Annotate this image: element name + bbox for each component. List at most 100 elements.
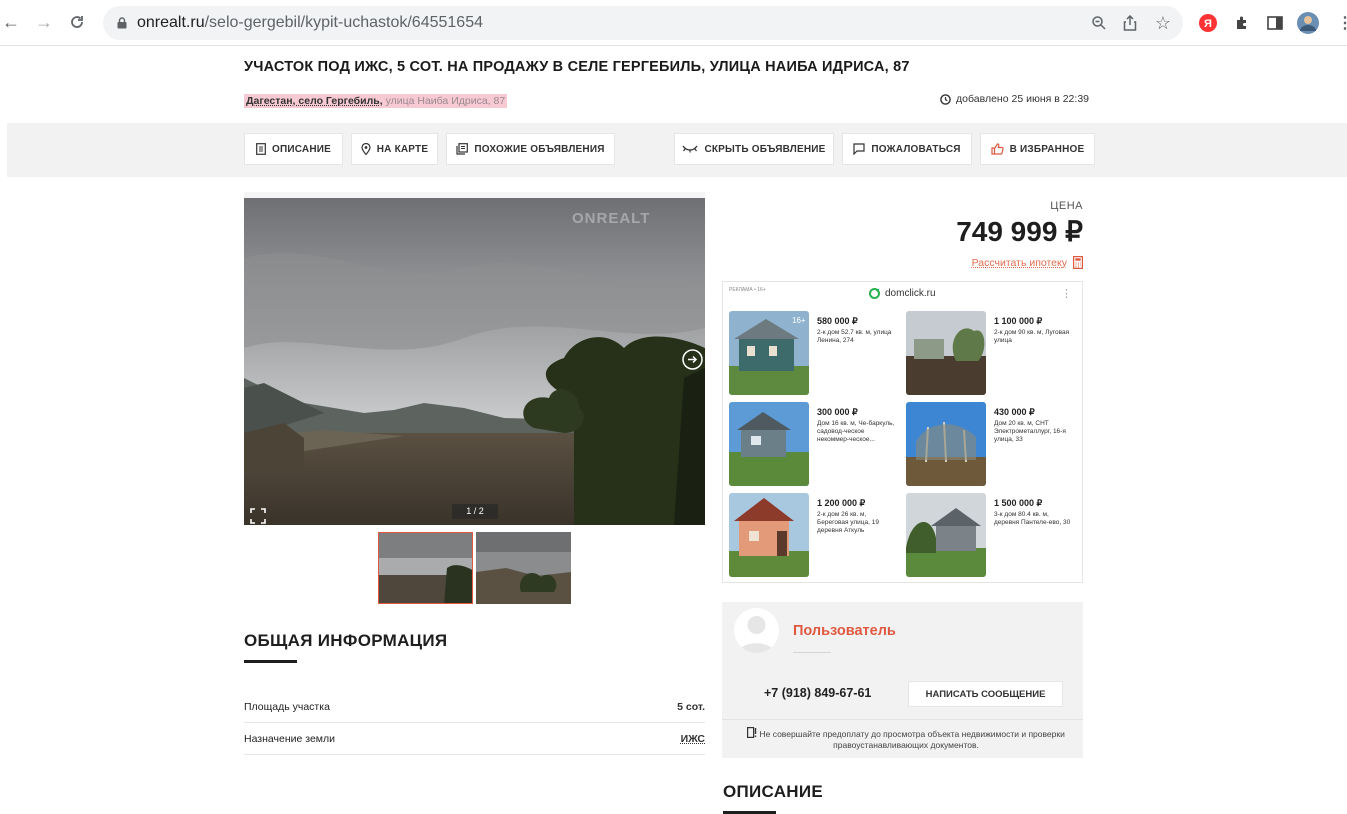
info-label: Площадь участка [244,701,330,713]
thumbs-up-icon [991,143,1004,155]
similar-listings-button[interactable]: ПОХОЖИЕ ОБЪЯВЛЕНИЯ [446,133,615,165]
photo-gallery[interactable]: ONREALT 1 / 2 [244,192,705,525]
browser-menu-icon[interactable]: ⋮ [1334,12,1347,34]
ad-card-image [906,311,986,395]
side-panel-icon[interactable] [1264,12,1286,34]
forward-icon[interactable]: → [33,11,55,33]
ad-card-price: 1 500 000 ₽ [994,498,1042,509]
prepayment-warning: Не совершайте предоплату до просмотра об… [736,727,1076,751]
yandex-extension-icon[interactable]: Я [1197,12,1219,34]
ad-brand-text: domclick.ru [885,288,936,299]
seller-phone[interactable]: +7 (918) 849-67-61 [764,686,871,700]
write-message-button[interactable]: НАПИСАТЬ СООБЩЕНИЕ [908,681,1063,707]
price-label: ЦЕНА [1050,200,1083,212]
ad-card[interactable]: 300 000 ₽ Дом 16 кв. м, Че-баркуль, садо… [729,402,901,488]
map-pin-icon [361,143,371,155]
url-text: onrealt.ru/selo-gergebil/kypit-uchastok/… [137,14,483,32]
ad-card-image: 16+ [729,311,809,395]
description-button[interactable]: ОПИСАНИЕ [244,133,343,165]
ad-card-desc: Дом 20 кв. м, СНТ Электрометаллург, 16-я… [994,420,1072,444]
address-bar[interactable]: onrealt.ru/selo-gergebil/kypit-uchastok/… [103,6,1183,40]
next-photo-icon[interactable] [682,349,703,370]
ad-card[interactable]: 1 100 000 ₽ 2-к дом 90 кв. м, Луговая ул… [906,311,1078,397]
share-icon[interactable] [1119,12,1141,34]
prepayment-warning-text: Не совершайте предоплату до просмотра об… [760,729,1065,750]
back-icon[interactable]: ← [0,11,22,33]
action-toolbar: ОПИСАНИЕ НА КАРТЕ ПОХОЖИЕ ОБЪЯВЛЕНИЯ СКР… [7,123,1347,177]
ad-card[interactable]: 430 000 ₽ Дом 20 кв. м, СНТ Электрометал… [906,402,1078,488]
report-button[interactable]: ПОЖАЛОВАТЬСЯ [842,133,972,165]
ad-card-desc: Дом 16 кв. м, Че-баркуль, садовод-ческое… [817,420,895,444]
info-value-link[interactable]: ИЖС [681,733,705,745]
favorite-button[interactable]: В ИЗБРАННОЕ [980,133,1095,165]
ad-card[interactable]: 1 500 000 ₽ 3-к дом 80.4 кв. м, деревня … [906,493,1078,579]
location-street: улица Наиба Идриса, 87 [386,95,506,107]
seller-divider [793,652,831,653]
reload-icon[interactable] [66,11,88,33]
ad-card-desc: 3-к дом 80.4 кв. м, деревня Пантеле-ево,… [994,511,1072,527]
comment-icon [853,143,865,155]
general-info-underline [244,660,297,663]
info-row-purpose: Назначение земли ИЖС [244,723,705,755]
mortgage-calculator-link[interactable]: Рассчитать ипотеку [972,256,1083,269]
profile-avatar-icon[interactable] [1297,12,1319,34]
closed-eye-icon [682,144,698,154]
ad-card-desc: 2-к дом 52.7 кв. м, улица Ленина, 274 [817,329,895,345]
warning-document-icon [747,727,757,738]
description-button-label: ОПИСАНИЕ [272,144,331,155]
map-button[interactable]: НА КАРТЕ [351,133,438,165]
copy-listings-icon [456,143,468,155]
listing-title: УЧАСТОК ПОД ИЖС, 5 СОТ. НА ПРОДАЖУ В СЕЛ… [244,59,910,75]
ad-card-desc: 2-к дом 26 кв. м, Береговая улица, 19 де… [817,511,895,535]
ad-card-price: 1 100 000 ₽ [994,316,1042,327]
ad-brand[interactable]: domclick.ru [869,288,936,299]
seller-avatar [734,608,779,653]
advertisement-block[interactable]: РЕКЛАМА • 16+ domclick.ru ⋮ 16+ 580 000 … [722,281,1083,583]
bookmark-star-icon[interactable]: ☆ [1152,12,1174,34]
svg-text:Я: Я [1204,18,1212,30]
report-button-label: ПОЖАЛОВАТЬСЯ [871,144,960,155]
listing-location: Дагестан, село Гергебиль, улица Наиба Ид… [244,94,507,108]
hide-button-label: СКРЫТЬ ОБЪЯВЛЕНИЕ [704,144,825,155]
added-date-text: добавлено 25 июня в 22:39 [956,93,1089,105]
domclick-logo-icon [869,288,880,299]
ad-card-image [729,493,809,577]
similar-button-label: ПОХОЖИЕ ОБЪЯВЛЕНИЯ [474,144,604,155]
general-info-heading: ОБЩАЯ ИНФОРМАЦИЯ [244,631,447,651]
ad-card[interactable]: 16+ 580 000 ₽ 2-к дом 52.7 кв. м, улица … [729,311,901,397]
added-date: добавлено 25 июня в 22:39 [940,93,1089,105]
ad-menu-icon[interactable]: ⋮ [1061,287,1072,300]
listing-page: УЧАСТОК ПОД ИЖС, 5 СОТ. НА ПРОДАЖУ В СЕЛ… [0,46,1347,814]
hide-listing-button[interactable]: СКРЫТЬ ОБЪЯВЛЕНИЕ [674,133,834,165]
info-label: Назначение земли [244,733,335,745]
ad-card-price: 430 000 ₽ [994,407,1035,418]
zoom-icon[interactable] [1088,12,1110,34]
main-photo[interactable]: ONREALT [244,198,705,525]
info-row-area: Площадь участка 5 сот. [244,691,705,723]
photo-counter: 1 / 2 [452,504,498,519]
photo-watermark: ONREALT [572,210,650,227]
svg-text:16+: 16+ [792,316,806,325]
ad-card-price: 580 000 ₽ [817,316,858,327]
favorite-button-label: В ИЗБРАННОЕ [1010,144,1085,155]
info-value: 5 сот. [677,701,705,713]
ad-card-desc: 2-к дом 90 кв. м, Луговая улица [994,329,1072,345]
ad-card[interactable]: 1 200 000 ₽ 2-к дом 26 кв. м, Береговая … [729,493,901,579]
mortgage-link-text: Рассчитать ипотеку [972,257,1067,269]
extensions-puzzle-icon[interactable] [1231,12,1253,34]
seller-card: Пользователь +7 (918) 849-67-61 НАПИСАТЬ… [722,602,1083,758]
browser-toolbar: ← → onrealt.ru/selo-gergebil/kypit-uchas… [0,0,1347,46]
description-heading: ОПИСАНИЕ [723,782,823,802]
fullscreen-icon[interactable] [250,508,266,524]
photo-thumbnail-1[interactable] [378,532,473,604]
document-icon [256,143,266,155]
ad-card-price: 300 000 ₽ [817,407,858,418]
calculator-icon [1073,256,1083,269]
seller-name[interactable]: Пользователь [793,623,896,639]
ad-card-image [729,402,809,486]
ad-card-price: 1 200 000 ₽ [817,498,865,509]
landscape-photo [244,198,705,525]
location-region-link[interactable]: Дагестан, село Гергебиль, [246,95,383,107]
clock-icon [940,94,951,105]
photo-thumbnail-2[interactable] [476,532,571,604]
